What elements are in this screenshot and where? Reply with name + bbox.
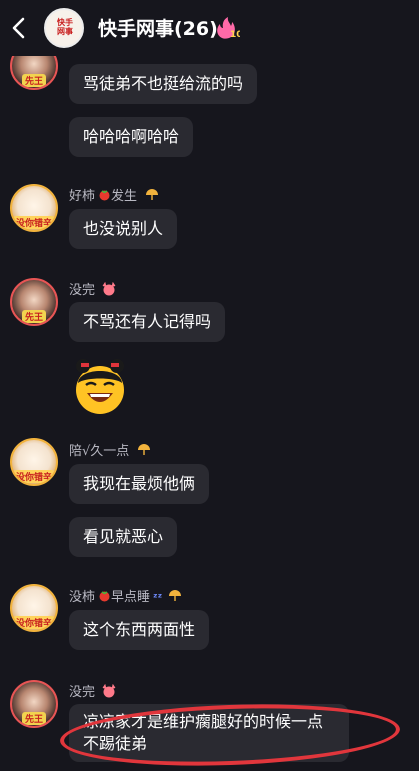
message-bubble[interactable]: 不骂还有人记得吗	[69, 302, 226, 342]
sender-nickname: 没完	[69, 279, 117, 300]
message-bubble[interactable]: 哈哈哈啊哈哈	[69, 117, 194, 157]
group-avatar[interactable]: 快手 网事	[44, 8, 84, 48]
nickname-text: 没柿	[69, 590, 96, 605]
message-bubble[interactable]: 我现在最烦他俩	[69, 464, 210, 504]
chat-header: 快手 网事 快手网事(26) 10	[0, 0, 419, 56]
avatar-tag: 没你错辛	[12, 616, 56, 629]
fire-level: 10	[230, 30, 240, 40]
sender-nickname: 没柿 早点睡 ᶻᶻ	[69, 586, 182, 607]
avatar[interactable]: 没你错辛	[10, 184, 58, 232]
nickname-suffix: 发生	[111, 189, 138, 204]
avatar-tag: 没你错辛	[12, 216, 56, 229]
faint-watermark: ﾠﾠﾠﾠﾠﾠﾠﾠ	[168, 377, 264, 392]
message-bubble[interactable]: 看见就恶心	[69, 517, 178, 557]
nickname-text: 好柿	[69, 189, 96, 204]
laughing-emoji-sticker[interactable]	[69, 355, 131, 417]
sender-nickname: 没完	[69, 681, 117, 702]
umbrella-icon	[168, 589, 182, 607]
nickname-text: 没完	[69, 685, 96, 700]
message-bubble[interactable]: 这个东西两面性	[69, 610, 210, 650]
demon-face-icon	[101, 683, 117, 702]
avatar[interactable]: 先王	[10, 278, 58, 326]
sender-nickname: 陪√久一点	[69, 440, 151, 461]
fire-badge-icon: 10	[217, 17, 240, 40]
umbrella-icon	[145, 188, 159, 206]
chat-title: 快手网事(26)	[98, 18, 218, 40]
back-arrow-icon[interactable]	[8, 14, 30, 42]
nickname-text: 陪√久一点	[69, 444, 130, 459]
avatar-tag: 没你错辛	[12, 470, 56, 483]
sender-nickname: 好柿 发生	[69, 185, 159, 206]
group-avatar-logo-text: 快手 网事	[57, 18, 73, 36]
nickname-text: 没完	[69, 283, 96, 298]
avatar-tag: 先王	[21, 310, 47, 323]
message-bubble[interactable]: 骂徒弟不也挺给流的吗	[69, 64, 258, 104]
message-bubble[interactable]: 凉凉家才是维护瘸腿好的时候一点不踢徒弟	[69, 704, 349, 762]
sleeping-zzz-icon: ᶻᶻ	[153, 591, 163, 604]
avatar[interactable]: 先王	[10, 680, 58, 728]
avatar-tag: 先王	[21, 712, 47, 725]
demon-face-icon	[101, 281, 117, 300]
avatar[interactable]: 没你错辛	[10, 584, 58, 632]
nickname-suffix: 早点睡	[111, 590, 151, 605]
tomato-icon	[98, 589, 111, 606]
umbrella-icon	[137, 443, 151, 461]
tomato-icon	[98, 188, 111, 205]
avatar[interactable]: 没你错辛	[10, 438, 58, 486]
avatar-tag: 先王	[21, 74, 47, 87]
message-bubble[interactable]: 也没说别人	[69, 209, 178, 249]
